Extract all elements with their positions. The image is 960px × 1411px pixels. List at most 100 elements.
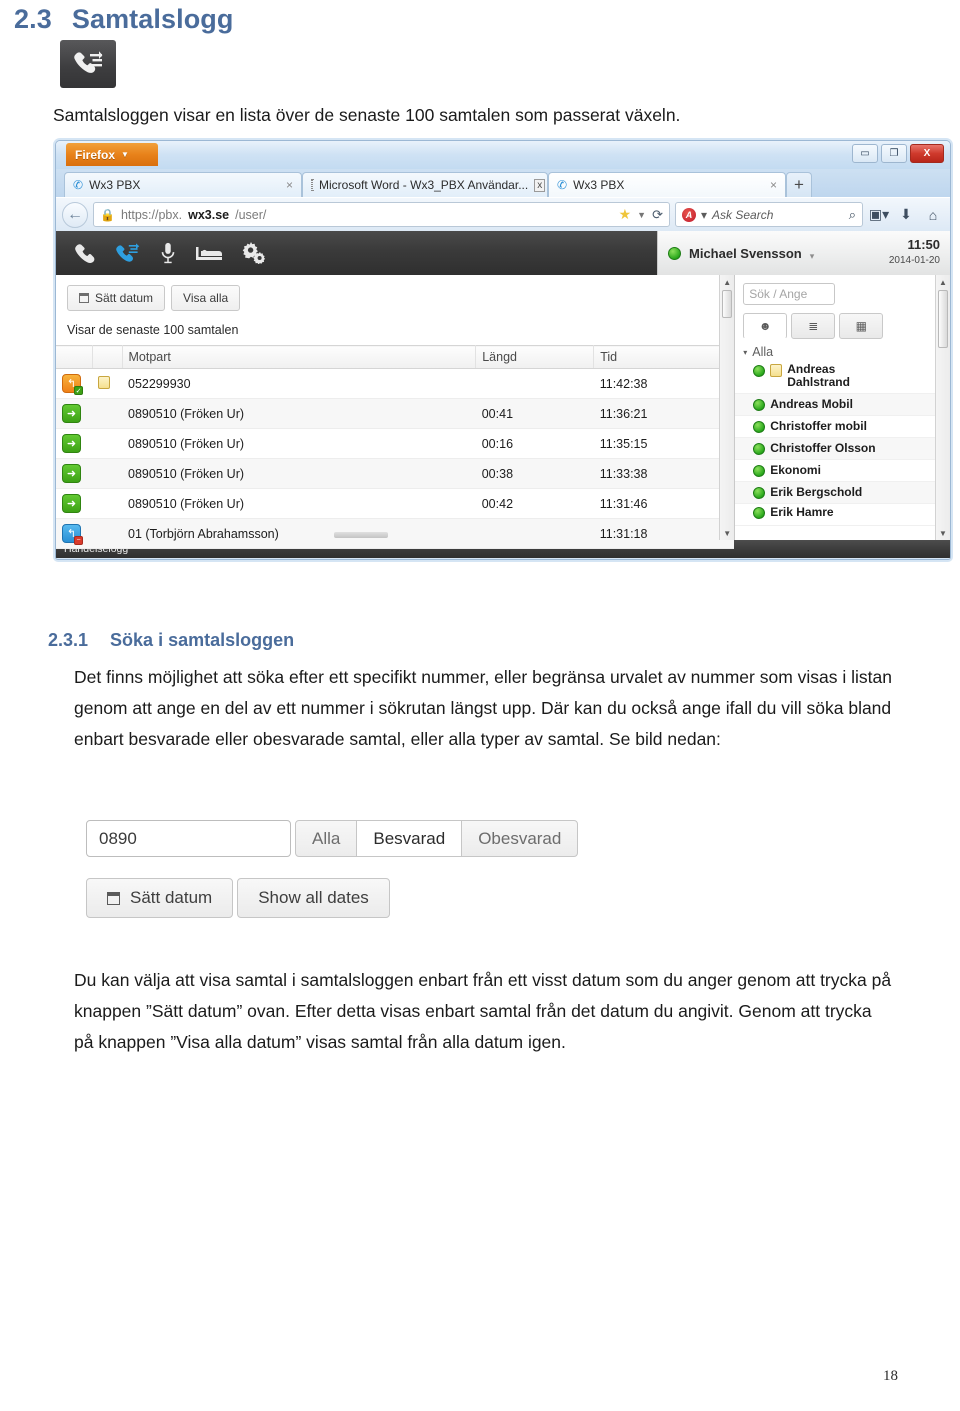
settings-gears-icon[interactable] [242, 242, 266, 264]
user-name: Michael Svensson [689, 245, 802, 261]
direction-cell: ↰ − [56, 518, 92, 549]
number-search-input[interactable]: 0890 [86, 820, 291, 857]
maximize-button[interactable]: ❐ [881, 144, 907, 163]
table-row[interactable]: ➜ 0890510 (Fröken Ur) 00:41 11:36:21 [56, 398, 734, 429]
outgoing-call-icon: ➜ [62, 464, 81, 483]
bookmark-star-icon[interactable]: ★ [619, 206, 632, 223]
close-icon[interactable]: × [286, 178, 293, 192]
close-icon: X [923, 148, 931, 159]
table-row[interactable]: ↰ ✓ 052299930 11:42:38 [56, 368, 734, 399]
chevron-down-icon[interactable]: ▼ [637, 210, 646, 220]
outgoing-call-icon: ➜ [62, 404, 81, 423]
close-icon[interactable]: × [770, 178, 777, 192]
contact-name: Christoffer Olsson [770, 441, 876, 455]
pbx-user-panel[interactable]: Michael Svensson ▾ 11:50 2014-01-20 [657, 231, 950, 275]
list-item[interactable]: Andreas Mobil [735, 394, 950, 416]
note-cell [92, 518, 122, 549]
bookmarks-icon[interactable]: ▣▾ [868, 206, 890, 223]
back-button[interactable]: ← [62, 201, 88, 228]
chevron-down-icon[interactable]: ▾ [810, 251, 815, 262]
search-input[interactable]: A ▾ Ask Search ⌕ [675, 202, 863, 227]
url-host: wx3.se [188, 207, 230, 222]
pbx-toolbar: Michael Svensson ▾ 11:50 2014-01-20 [56, 231, 950, 275]
scroll-up-icon[interactable]: ▲ [936, 275, 950, 289]
filter-besvarad[interactable]: Besvarad [356, 821, 463, 856]
tab-wx3-pbx-1[interactable]: ✆ Wx3 PBX × [64, 172, 302, 197]
reload-icon[interactable]: ⟳ [652, 207, 663, 223]
browser-window: Firefox ▼ ▭ ❐ X ✆ Wx3 PBX × Microsoft Wo… [55, 140, 951, 560]
list-icon: ≣ [808, 319, 819, 333]
new-tab-button[interactable]: + [786, 172, 812, 197]
horizontal-scrollbar-thumb[interactable] [334, 532, 388, 538]
page-number: 18 [883, 1368, 898, 1384]
scrollbar-thumb[interactable] [722, 290, 733, 318]
pbx-tool-icons [56, 231, 657, 275]
table-row[interactable]: ➜ 0890510 (Fröken Ur) 00:16 11:35:15 [56, 428, 734, 459]
tab-wx3-pbx-2[interactable]: ✆ Wx3 PBX × [548, 172, 786, 197]
list-item[interactable]: Erik Bergschold [735, 482, 950, 504]
tab-strip: ✆ Wx3 PBX × Microsoft Word - Wx3_PBX Anv… [56, 169, 950, 197]
downloads-icon[interactable]: ⬇ [895, 206, 917, 223]
back-arrow-icon: ← [67, 205, 83, 223]
call-log-table: Motpart Längd Tid ↰ ✓ 052299930 11:42:38… [56, 345, 735, 549]
close-icon[interactable]: x [534, 178, 546, 192]
set-date-label: Sätt datum [130, 888, 213, 907]
note-icon [770, 364, 783, 377]
langd-cell [475, 368, 594, 399]
list-item[interactable]: Ekonomi [735, 460, 950, 482]
status-badge [753, 365, 766, 377]
contacts-search-input[interactable]: Sök / Ange [743, 283, 836, 305]
calendar-icon [107, 891, 120, 905]
phone-icon: ✆ [557, 178, 568, 192]
microphone-icon[interactable] [160, 242, 176, 264]
list-item[interactable]: Erik Hamre [735, 504, 950, 526]
show-all-button[interactable]: Visa alla [171, 285, 241, 311]
table-row[interactable]: ➜ 0890510 (Fröken Ur) 00:38 11:33:38 [56, 458, 734, 489]
call-log-icon [60, 40, 116, 88]
bed-icon[interactable] [196, 244, 222, 262]
url-bar[interactable]: 🔒 https://pbx. wx3.se/user/ ★ ▼ ⟳ [93, 202, 670, 227]
tab-contacts[interactable]: ☻ [743, 313, 788, 339]
answered-filter-segmented: Alla Besvarad Obesvarad [295, 820, 579, 857]
person-icon: ☻ [758, 319, 772, 333]
close-button[interactable]: X [910, 144, 944, 163]
call-log-icon[interactable] [116, 242, 140, 264]
set-date-button[interactable]: Sätt datum [67, 285, 166, 311]
contacts-group-header[interactable]: ▾ Alla [743, 345, 942, 359]
show-all-dates-button[interactable]: Show all dates [237, 878, 390, 918]
filter-alla[interactable]: Alla [296, 821, 356, 856]
contacts-scrollbar[interactable]: ▲ ▼ [935, 275, 950, 540]
phone-icon: ✆ [73, 178, 84, 192]
tab-label: Wx3 PBX [89, 178, 141, 192]
word-doc-icon [311, 179, 313, 191]
calendar-icon [79, 293, 89, 303]
list-item[interactable]: Christoffer mobil [735, 416, 950, 438]
call-log-toolbar: Sätt datum Visa alla [56, 275, 734, 311]
status-badge [668, 246, 681, 260]
firefox-menu-button[interactable]: Firefox ▼ [66, 143, 158, 166]
scroll-down-icon[interactable]: ▼ [936, 526, 950, 540]
minimize-button[interactable]: ▭ [852, 144, 878, 163]
scroll-up-icon[interactable]: ▲ [720, 275, 734, 289]
call-log-scrollbar[interactable]: ▲ ▼ [719, 275, 735, 540]
phone-icon[interactable] [74, 242, 96, 264]
tab-microsoft-word[interactable]: Microsoft Word - Wx3_PBX Användar... x [302, 172, 548, 197]
outgoing-call-icon: ➜ [62, 434, 81, 453]
filter-obesvarad[interactable]: Obesvarad [462, 821, 577, 856]
table-row[interactable]: ↰ − 01 (Torbjörn Abrahamsson) 11:31:18 [56, 518, 734, 549]
list-item[interactable]: Christoffer Olsson [735, 438, 950, 460]
scrollbar-thumb[interactable] [938, 290, 948, 348]
list-item[interactable]: Andreas Dahlstrand [735, 359, 950, 394]
scroll-down-icon[interactable]: ▼ [720, 526, 734, 540]
url-prefix: https://pbx. [120, 207, 183, 222]
showing-text: Visar de senaste 100 samtalen [67, 323, 239, 337]
set-date-button[interactable]: Sätt datum [86, 878, 234, 918]
magnifier-icon[interactable]: ⌕ [849, 207, 856, 223]
table-row[interactable]: ➜ 0890510 (Fröken Ur) 00:42 11:31:46 [56, 488, 734, 519]
tab-list[interactable]: ≣ [791, 313, 836, 339]
tab-address-book[interactable]: ▦ [839, 313, 884, 339]
browser-screenshot-figure: Firefox ▼ ▭ ❐ X ✆ Wx3 PBX × Microsoft Wo… [55, 140, 960, 566]
chevron-down-icon[interactable]: ▾ [701, 208, 707, 222]
home-icon[interactable]: ⌂ [922, 207, 944, 223]
status-badge [753, 464, 766, 477]
